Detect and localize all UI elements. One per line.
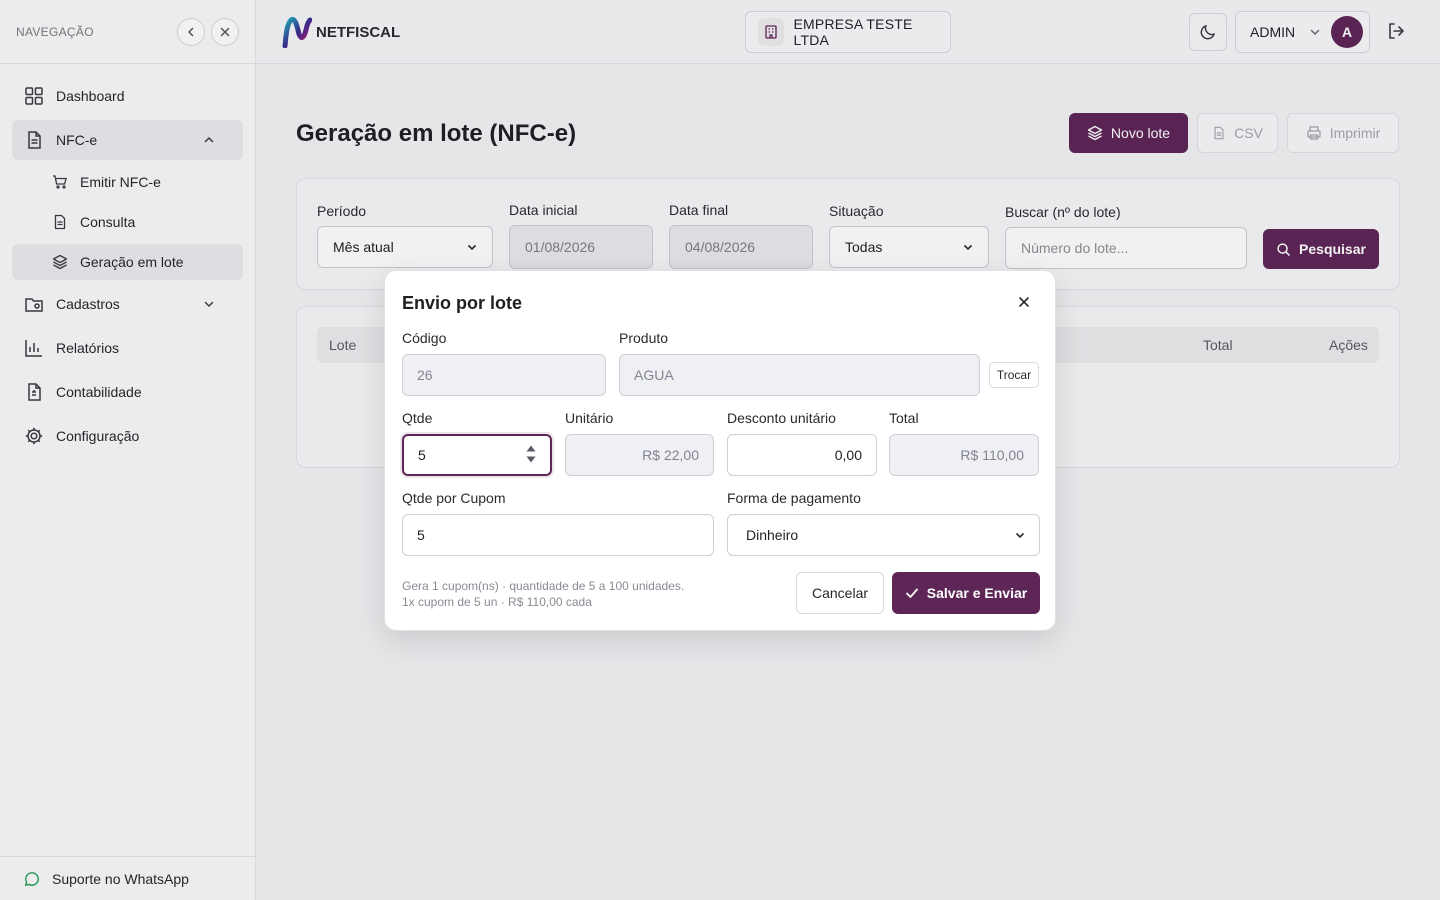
discount-value: 0,00 [834, 447, 862, 463]
product-input[interactable]: AGUA [619, 354, 980, 396]
unit-price-label: Unitário [565, 410, 614, 426]
code-value: 26 [417, 367, 433, 383]
product-value: AGUA [634, 367, 674, 383]
total-value: R$ 110,00 [960, 447, 1024, 463]
swap-product-button[interactable]: Trocar [989, 362, 1039, 388]
stepper-up-icon[interactable] [526, 445, 536, 452]
coupon-hint-line1: Gera 1 cupom(ns) · quantidade de 5 a 100… [402, 579, 685, 593]
discount-input[interactable]: 0,00 [727, 434, 877, 476]
qty-label: Qtde [402, 410, 433, 426]
payment-method-label: Forma de pagamento [727, 490, 861, 506]
code-label: Código [402, 330, 447, 346]
save-and-send-label: Salvar e Enviar [926, 585, 1028, 601]
stepper-down-icon[interactable] [526, 456, 536, 463]
check-icon [905, 586, 919, 600]
total-label: Total [889, 410, 919, 426]
discount-label: Desconto unitário [727, 410, 836, 426]
product-label: Produto [619, 330, 669, 346]
qty-stepper[interactable] [526, 445, 536, 463]
batch-send-modal: Envio por lote Código 26 Produto AGUA Tr… [384, 270, 1056, 631]
coupon-hint-line2: 1x cupom de 5 un · R$ 110,00 cada [402, 595, 592, 609]
modal-title: Envio por lote [402, 293, 523, 313]
qty-per-coupon-input[interactable]: 5 [402, 514, 714, 556]
total-input[interactable]: R$ 110,00 [889, 434, 1039, 476]
payment-method-select[interactable]: Dinheiro [727, 514, 1040, 556]
close-icon [1018, 296, 1030, 308]
qty-input[interactable]: 5 [402, 434, 552, 476]
code-input[interactable]: 26 [402, 354, 606, 396]
unit-price-input[interactable]: R$ 22,00 [565, 434, 714, 476]
unit-price-value: R$ 22,00 [642, 447, 699, 463]
save-and-send-button[interactable]: Salvar e Enviar [892, 572, 1040, 614]
qty-per-coupon-label: Qtde por Cupom [402, 490, 506, 506]
cancel-button[interactable]: Cancelar [796, 572, 884, 614]
modal-close-button[interactable] [1014, 292, 1034, 312]
qty-value: 5 [418, 447, 426, 463]
qty-per-coupon-value: 5 [417, 527, 425, 543]
payment-method-value: Dinheiro [746, 527, 799, 543]
chevron-down-icon [1015, 530, 1025, 540]
